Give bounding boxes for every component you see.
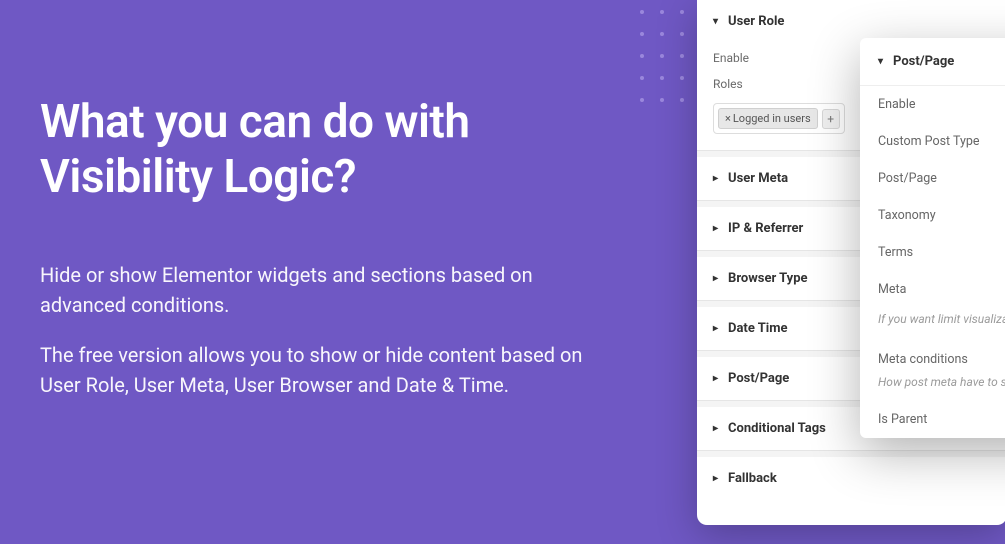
row-label: Terms xyxy=(878,245,913,260)
close-icon[interactable]: × xyxy=(725,112,731,125)
accordion-title: IP & Referrer xyxy=(728,221,803,236)
roles-tag-input[interactable]: ×Logged in users + xyxy=(713,103,845,134)
caret-right-icon: ▸ xyxy=(713,323,718,334)
row-label: Taxonomy xyxy=(878,208,936,223)
accordion-title: Post/Page xyxy=(728,371,789,386)
accordion-header-user-role[interactable]: ▾ User Role xyxy=(697,0,1005,43)
settings-panel-front: ▾ Post/Page Enable Custom Post Type Post… xyxy=(860,38,1005,438)
caret-right-icon: ▸ xyxy=(713,373,718,384)
panel-front-header[interactable]: ▾ Post/Page xyxy=(860,38,1005,86)
row-label: Post/Page xyxy=(878,171,937,186)
row-taxonomy[interactable]: Taxonomy xyxy=(860,197,1005,234)
row-enable[interactable]: Enable xyxy=(860,86,1005,123)
accordion-title: Conditional Tags xyxy=(728,421,826,436)
row-label: Enable xyxy=(878,97,916,112)
row-label: Custom Post Type xyxy=(878,134,980,149)
accordion-title: Date Time xyxy=(728,321,788,336)
hero-paragraph-1: Hide or show Elementor widgets and secti… xyxy=(40,260,600,320)
hero-headline: What you can do with Visibility Logic? xyxy=(40,95,600,205)
meta-conditions-note: How post meta have to sa xyxy=(860,371,1005,401)
accordion-header-fallback[interactable]: ▸ Fallback xyxy=(697,457,1005,500)
decorative-dots xyxy=(640,0,690,110)
caret-right-icon: ▸ xyxy=(713,223,718,234)
caret-down-icon: ▾ xyxy=(878,56,883,67)
meta-note: If you want limit visualization value. xyxy=(860,308,1005,338)
caret-down-icon: ▾ xyxy=(713,16,718,27)
row-meta[interactable]: Meta xyxy=(860,271,1005,308)
meta-conditions-label: Meta conditions xyxy=(860,338,1005,371)
row-custom-post-type[interactable]: Custom Post Type xyxy=(860,123,1005,160)
role-tag[interactable]: ×Logged in users xyxy=(718,108,818,129)
caret-right-icon: ▸ xyxy=(713,273,718,284)
row-terms[interactable]: Terms xyxy=(860,234,1005,271)
row-label: Meta xyxy=(878,282,906,297)
caret-right-icon: ▸ xyxy=(713,423,718,434)
role-tag-label: Logged in users xyxy=(733,112,811,125)
accordion-title: User Meta xyxy=(728,171,788,186)
panel-front-title: Post/Page xyxy=(893,54,954,69)
accordion-title: Browser Type xyxy=(728,271,808,286)
row-post-page[interactable]: Post/Page xyxy=(860,160,1005,197)
hero-paragraph-2: The free version allows you to show or h… xyxy=(40,340,600,400)
caret-right-icon: ▸ xyxy=(713,473,718,484)
caret-right-icon: ▸ xyxy=(713,173,718,184)
accordion-title: Fallback xyxy=(728,471,777,486)
row-label: Is Parent xyxy=(878,412,927,427)
accordion-title: User Role xyxy=(728,14,784,29)
add-tag-button[interactable]: + xyxy=(822,109,840,129)
row-is-parent[interactable]: Is Parent xyxy=(860,401,1005,438)
